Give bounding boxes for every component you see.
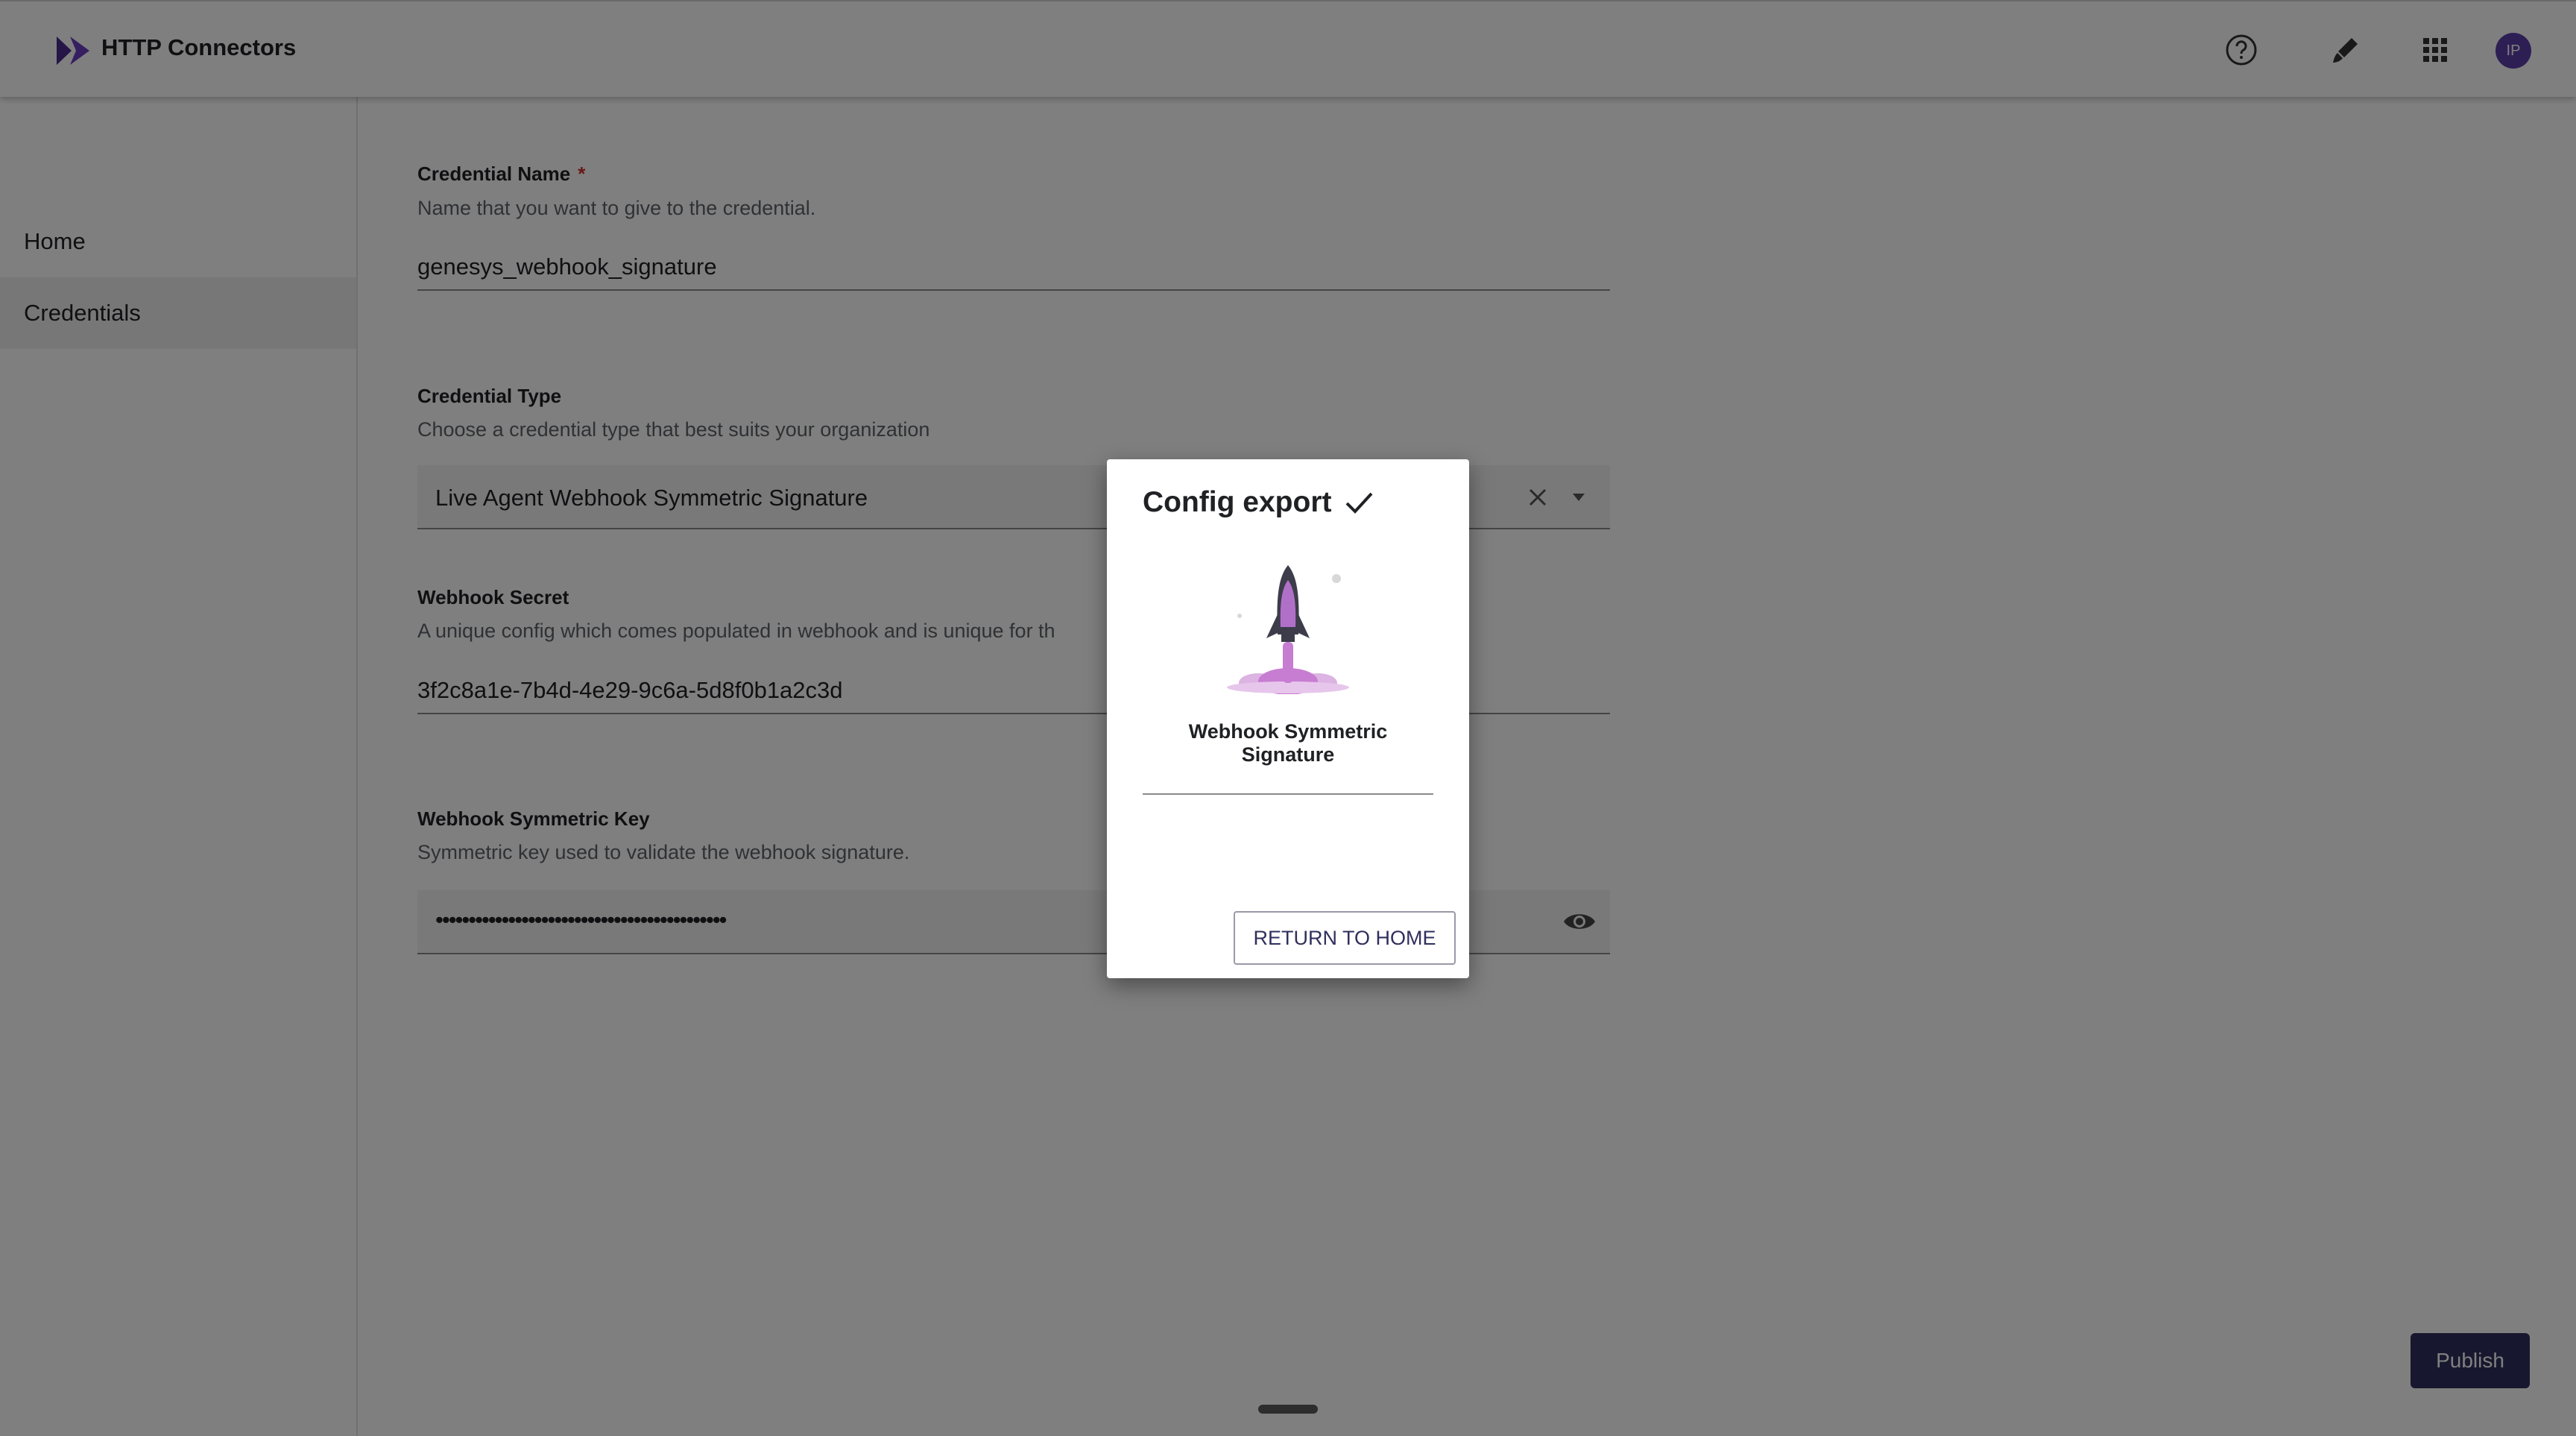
rocket-launch-icon <box>1227 565 1349 694</box>
dialog-subtitle: Webhook Symmetric Signature <box>1188 720 1388 766</box>
checkmark-icon <box>1345 492 1373 514</box>
return-to-home-button[interactable]: RETURN TO HOME <box>1234 911 1456 965</box>
dialog-title: Config export <box>1143 486 1332 518</box>
config-export-dialog: Config export Webhook Symmetric Signatur… <box>1107 459 1469 978</box>
dialog-divider <box>1143 793 1433 795</box>
